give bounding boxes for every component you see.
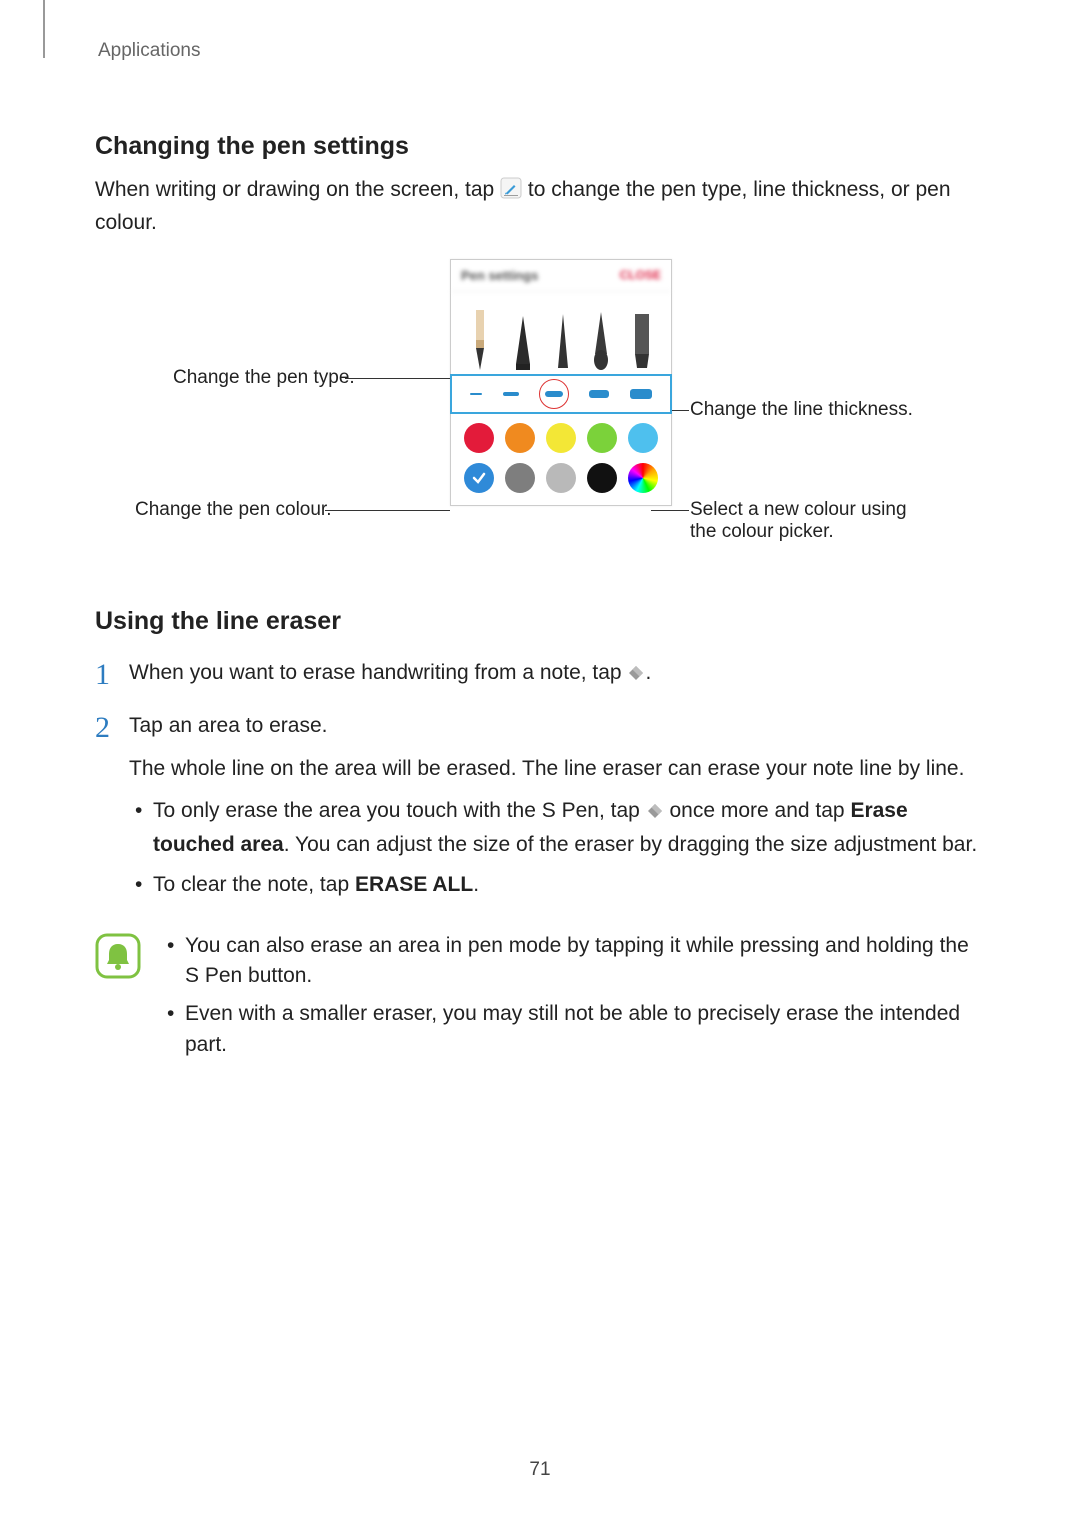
colour-grid[interactable] [451,413,671,505]
thickness-4[interactable] [589,390,609,398]
page-number: 71 [0,1459,1080,1481]
step-1: 1 When you want to erase handwriting fro… [95,658,985,691]
thickness-1[interactable] [470,393,482,395]
callout-pen-colour: Change the pen colour. [135,499,332,521]
intro-text-before: When writing or drawing on the screen, t… [95,178,500,201]
pen-type-row[interactable] [451,292,671,375]
colour-swatch[interactable] [464,423,494,453]
panel-close[interactable]: CLOSE [620,268,661,283]
step1-text-before: When you want to erase handwriting from … [129,661,627,684]
panel-header: Pen settings CLOSE [451,260,671,292]
colour-picker-swatch[interactable] [628,463,658,493]
pen-marker-icon [629,310,655,374]
callout-pen-type: Change the pen type. [173,367,355,389]
callout-line [651,510,689,511]
step-2: 2 Tap an area to erase. The whole line o… [95,711,985,910]
step2-bullet-1: To only erase the area you touch with th… [129,796,985,860]
colour-swatch[interactable] [628,423,658,453]
bullet-text: . [473,873,479,896]
step2-line1: Tap an area to erase. [129,711,985,741]
bullet-text: . You can adjust the size of the eraser … [284,833,977,856]
pen-settings-icon [500,177,522,208]
bullet-text: To clear the note, tap [153,873,355,896]
pen-fine-icon [552,310,574,374]
step1-text-after: . [645,661,651,684]
pen-brush-icon [590,310,612,374]
note-bell-icon [95,933,141,979]
callout-line [325,510,450,511]
step2-line2: The whole line on the area will be erase… [129,754,985,784]
bullet-text: To only erase the area you touch with th… [153,799,646,822]
heading-pen-settings: Changing the pen settings [95,132,985,161]
callout-thickness: Change the line thickness. [690,399,913,421]
heading-line-eraser: Using the line eraser [95,607,985,636]
eraser-icon [627,661,645,691]
header-category: Applications [98,40,985,62]
thickness-3-selected[interactable] [539,379,569,409]
pen-fountain-icon [467,310,493,374]
step-number: 1 [95,658,129,691]
thickness-5[interactable] [630,389,652,399]
panel-title: Pen settings [461,268,538,283]
colour-swatch[interactable] [546,463,576,493]
bullet-text: once more and tap [669,799,850,822]
note-item-1: You can also erase an area in pen mode b… [161,931,985,992]
header-rule [43,0,45,58]
colour-swatch[interactable] [505,463,535,493]
pen-settings-figure: Change the pen type. Change the pen colo… [95,259,985,569]
step-number: 2 [95,711,129,744]
colour-swatch[interactable] [505,423,535,453]
pen-settings-panel: Pen settings CLOSE [450,259,672,506]
colour-swatch[interactable] [546,423,576,453]
thickness-row[interactable] [450,374,672,414]
checkmark-icon [471,470,487,486]
bullet-bold: ERASE ALL [355,873,473,896]
thickness-2[interactable] [503,392,519,396]
eraser-icon [646,799,664,829]
pen-calligraphy-icon [510,310,536,374]
note-box: You can also erase an area in pen mode b… [95,931,985,1069]
callout-picker: Select a new colour using the colour pic… [690,499,930,543]
note-item-2: Even with a smaller eraser, you may stil… [161,999,985,1060]
colour-swatch-selected[interactable] [464,463,494,493]
callout-line [671,410,689,411]
colour-swatch[interactable] [587,423,617,453]
callout-line [345,378,450,379]
intro-paragraph: When writing or drawing on the screen, t… [95,175,985,239]
colour-swatch[interactable] [587,463,617,493]
step2-bullet-2: To clear the note, tap ERASE ALL. [129,870,985,900]
